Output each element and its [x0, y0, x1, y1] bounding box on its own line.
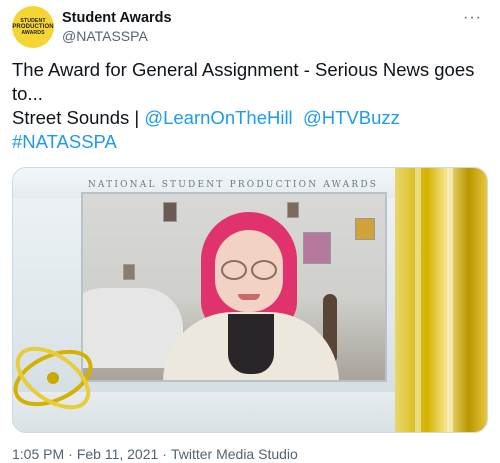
mention-learnonthehill[interactable]: @LearnOnTheHill — [144, 107, 292, 128]
poster — [163, 202, 177, 222]
banner-text: NATIONAL STUDENT PRODUCTION AWARDS — [87, 180, 379, 190]
tweet-date[interactable]: Feb 11, 2021 — [77, 446, 158, 462]
mention-htvbuzz[interactable]: @HTVBuzz — [303, 107, 400, 128]
presenter-smile — [238, 294, 260, 300]
tweet-line-3: #NATASSPA — [12, 130, 488, 154]
avatar[interactable]: STUDENT PRODUCTION AWARDS — [12, 6, 54, 48]
author-names: Student Awards @NATASSPA — [62, 9, 172, 45]
video-frame — [81, 192, 387, 382]
emmy-statuette-icon — [13, 346, 93, 410]
poster — [287, 202, 299, 218]
more-horizontal-icon[interactable]: ··· — [463, 9, 482, 27]
gold-highlight — [447, 168, 453, 432]
tweet-line-1: The Award for General Assignment - Serio… — [12, 59, 475, 104]
poster — [303, 232, 331, 264]
tweet-line-2-prefix: Street Sounds | — [12, 107, 145, 128]
gold-highlight — [415, 168, 421, 432]
tweet-text: The Award for General Assignment - Serio… — [12, 58, 488, 154]
gold-trophy-column — [395, 168, 487, 432]
tweet-line-2: Street Sounds | @LearnOnTheHill @HTVBuzz — [12, 106, 488, 130]
video-media[interactable]: NATIONAL STUDENT PRODUCTION AWARDS — [12, 167, 488, 433]
glasses-right — [251, 260, 277, 280]
tweet-source[interactable]: Twitter Media Studio — [171, 446, 298, 462]
glasses-left — [221, 260, 247, 280]
display-name[interactable]: Student Awards — [62, 9, 172, 27]
tweet-time[interactable]: 1:05 PM — [12, 446, 64, 462]
meta-separator: · — [68, 446, 73, 462]
hashtag-natasspa[interactable]: #NATASSPA — [12, 131, 117, 152]
tweet[interactable]: STUDENT PRODUCTION AWARDS Student Awards… — [0, 0, 500, 463]
avatar-text-3: AWARDS — [21, 30, 45, 36]
tweet-header: STUDENT PRODUCTION AWARDS Student Awards… — [12, 6, 488, 48]
poster — [123, 264, 135, 280]
poster — [355, 218, 375, 240]
tweet-meta: 1:05 PM · Feb 11, 2021 · Twitter Media Studi… — [12, 446, 298, 463]
handle[interactable]: @NATASSPA — [62, 27, 172, 45]
meta-separator: · — [162, 446, 167, 462]
presenter-shirt — [228, 314, 274, 374]
